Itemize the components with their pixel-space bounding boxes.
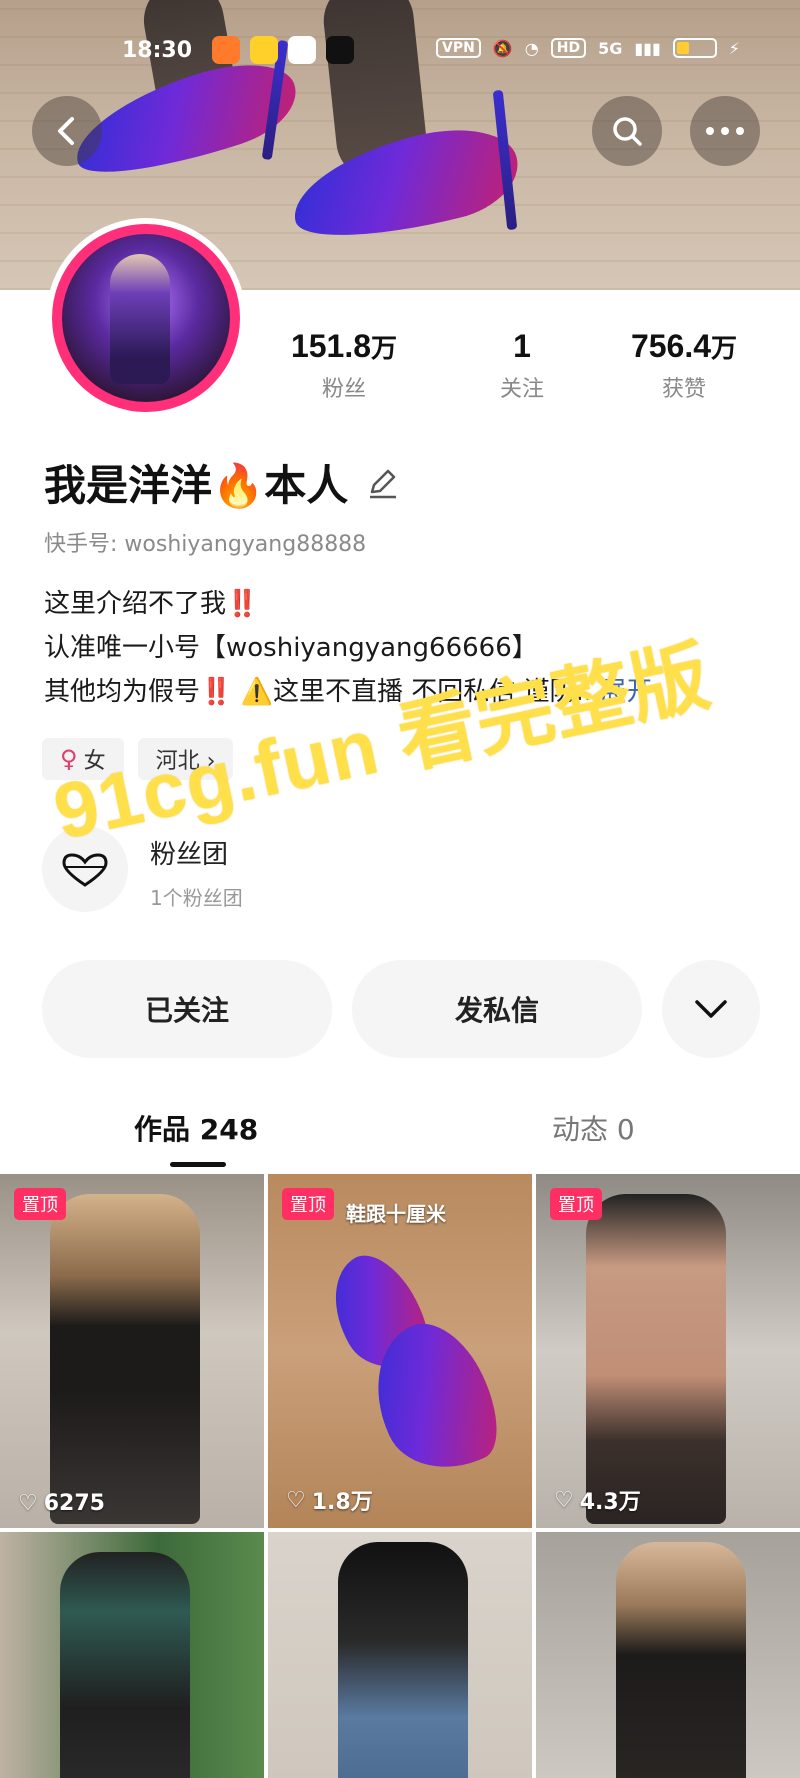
charging-icon: ⚡: [728, 38, 740, 58]
stat-followers-label: 粉丝: [321, 377, 366, 402]
more-icon: [706, 127, 744, 135]
battery-icon: [672, 38, 717, 58]
baidu-icon: [288, 36, 316, 64]
work-item[interactable]: [268, 1532, 532, 1778]
status-time: 18:30: [122, 38, 193, 63]
work-item[interactable]: 置顶 ♡ 6275: [0, 1174, 264, 1528]
heart-icon: ♡: [554, 1487, 574, 1513]
work-thumbnail-figure: [616, 1542, 746, 1778]
chevron-down-icon: [695, 1000, 727, 1018]
profile-name: 我是洋洋🔥本人: [44, 461, 349, 510]
work-item[interactable]: 置顶 鞋跟十厘米 ♡ 1.8万: [268, 1174, 532, 1528]
search-icon: [613, 117, 642, 146]
double-exclamation-icon: ‼️: [200, 677, 233, 707]
back-arrow-icon: [58, 117, 74, 145]
profile-name-row: 我是洋洋🔥本人: [44, 452, 400, 513]
stat-likes[interactable]: 756.4万 获赞: [604, 328, 764, 403]
tab-works[interactable]: 作品 248: [134, 1108, 258, 1148]
like-count: ♡ 1.8万: [286, 1487, 373, 1516]
stat-following[interactable]: 1 关注: [442, 328, 602, 403]
edit-icon[interactable]: [366, 466, 400, 500]
stat-likes-unit: 万: [711, 333, 738, 363]
like-count: ♡ 4.3万: [554, 1487, 641, 1516]
stat-following-label: 关注: [499, 377, 544, 402]
back-button[interactable]: [32, 96, 102, 166]
pinned-badge: 置顶: [550, 1188, 602, 1220]
kuaishou-id[interactable]: 快手号: woshiyangyang88888: [44, 526, 366, 558]
message-button[interactable]: 发私信: [352, 960, 642, 1058]
mute-icon: 🔕: [492, 38, 513, 58]
signal-icon: ▮▮▮: [634, 38, 661, 58]
more-button[interactable]: [690, 96, 760, 166]
work-item[interactable]: [0, 1532, 264, 1778]
tiktok-icon: [326, 36, 354, 64]
status-indicators: VPN 🔕 ◔ HD 5G ▮▮▮ ⚡: [436, 38, 740, 58]
stat-likes-value: 756.4: [630, 328, 712, 364]
work-thumbnail-figure: [50, 1194, 200, 1524]
more-actions-button[interactable]: [662, 960, 760, 1058]
warning-icon: ⚠️: [240, 677, 274, 707]
vpn-icon: VPN: [436, 38, 481, 58]
status-bar: 18:30 VPN 🔕 ◔ HD 5G ▮▮▮ ⚡: [0, 30, 800, 70]
tab-indicator: [170, 1162, 226, 1167]
stat-likes-label: 获赞: [661, 377, 706, 402]
work-item[interactable]: 置顶 ♡ 4.3万: [536, 1174, 800, 1528]
pinned-badge: 置顶: [14, 1188, 66, 1220]
avatar-figure: [110, 254, 170, 384]
network-label: 5G: [598, 38, 623, 58]
stat-followers-unit: 万: [371, 333, 398, 363]
work-item[interactable]: [536, 1532, 800, 1778]
hd-icon: HD: [550, 38, 587, 58]
work-thumbnail-figure: [586, 1194, 726, 1524]
stat-followers-value: 151.8: [290, 328, 372, 364]
work-caption: 鞋跟十厘米: [346, 1202, 446, 1226]
search-button[interactable]: [592, 96, 662, 166]
work-thumbnail-figure: [338, 1542, 468, 1778]
double-exclamation-icon: ‼️: [226, 589, 259, 619]
pinned-badge: 置顶: [282, 1188, 334, 1220]
avatar-image: [62, 234, 230, 402]
fanclub-subtitle: 1个粉丝团: [150, 886, 243, 910]
following-button[interactable]: 已关注: [42, 960, 332, 1058]
work-thumbnail-figure: [60, 1552, 190, 1778]
stat-following-value: 1: [513, 328, 531, 364]
app-icon-1: [212, 36, 240, 64]
wifi-icon: ◔: [524, 38, 539, 58]
profile-stats: 151.8万 粉丝 1 关注 756.4万 获赞: [270, 328, 770, 408]
heart-icon: ♡: [18, 1491, 38, 1516]
tab-moments[interactable]: 动态 0: [552, 1108, 635, 1148]
weibo-icon: [250, 36, 278, 64]
avatar[interactable]: [46, 218, 246, 418]
like-count: ♡ 6275: [18, 1491, 105, 1516]
stat-followers[interactable]: 151.8万 粉丝: [264, 328, 424, 403]
heart-icon: ♡: [286, 1487, 306, 1513]
